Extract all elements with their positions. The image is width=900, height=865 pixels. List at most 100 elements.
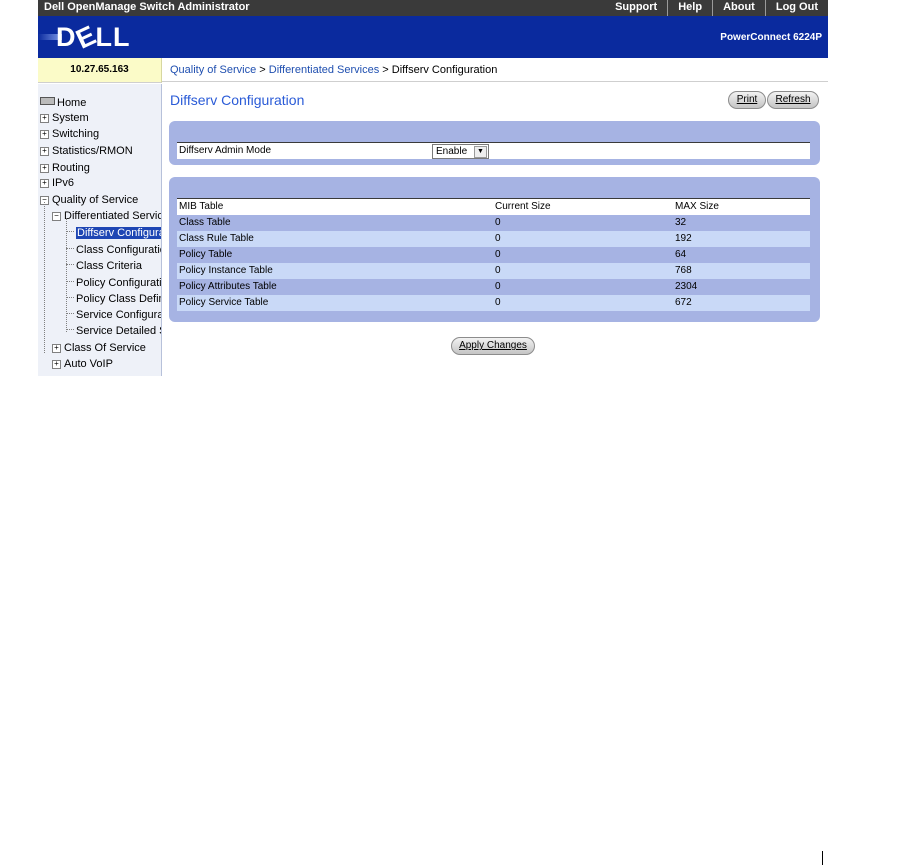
sidebar-item-service-detailed-statistics[interactable]: Service Detailed Statistics xyxy=(66,324,161,339)
app-title: Dell OpenManage Switch Administrator xyxy=(44,1,250,13)
sidebar-item-switching[interactable]: + Switching xyxy=(40,127,99,142)
sidebar-item-label: Auto VoIP xyxy=(64,358,113,370)
column-header: MIB Table xyxy=(179,201,224,212)
admin-mode-label: Diffserv Admin Mode xyxy=(179,145,272,156)
table-cell: 64 xyxy=(675,249,687,260)
sidebar-item-policy-configuration[interactable]: Policy Configuration xyxy=(66,276,162,291)
tree-connector xyxy=(66,297,74,298)
support-link[interactable]: Support xyxy=(605,0,667,16)
table-cell: 672 xyxy=(675,297,692,308)
banner: DELL PowerConnect 6224P xyxy=(38,16,828,58)
sidebar-tree: Home + System + Switching + Statistics/RMON… xyxy=(38,84,162,376)
top-nav: Support Help About Log Out xyxy=(605,0,828,16)
table-row: Class Rule Table 0 192 xyxy=(177,231,810,247)
tree-connector xyxy=(66,281,74,282)
table-row: Policy Attributes Table 0 2304 xyxy=(177,279,810,295)
table-cell: Policy Instance Table xyxy=(179,265,273,276)
admin-mode-value: Enable xyxy=(436,146,468,157)
tree-connector xyxy=(66,248,74,249)
table-row: Policy Instance Table 0 768 xyxy=(177,263,810,279)
table-cell: 0 xyxy=(495,265,501,276)
breadcrumb-qos[interactable]: Quality of Service xyxy=(170,64,256,76)
page-title: Diffserv Configuration xyxy=(170,92,305,108)
admin-mode-panel: Diffserv Admin Mode Enable ▼ xyxy=(169,121,820,165)
logout-link[interactable]: Log Out xyxy=(764,0,828,16)
expand-icon[interactable]: + xyxy=(40,179,49,188)
table-cell: 768 xyxy=(675,265,692,276)
expand-icon[interactable]: + xyxy=(52,360,61,369)
app-window: Dell OpenManage Switch Administrator Sup… xyxy=(38,0,828,376)
sidebar-item-label: IPv6 xyxy=(52,177,75,189)
sidebar-item-system[interactable]: + System xyxy=(40,111,89,126)
sidebar-item-label: Switching xyxy=(52,128,100,140)
breadcrumb: Quality of Service > Differentiated Serv… xyxy=(162,58,828,82)
home-icon xyxy=(40,97,55,105)
admin-mode-row: Diffserv Admin Mode Enable ▼ xyxy=(177,142,810,159)
table-header-row: MIB Table Current Size MAX Size xyxy=(177,198,810,215)
expand-icon[interactable]: + xyxy=(40,114,49,123)
table-cell: Policy Table xyxy=(179,249,233,260)
table-cell: Policy Service Table xyxy=(179,297,269,308)
sidebar-item-label: Differentiated Services xyxy=(64,210,161,222)
model-name: PowerConnect 6224P xyxy=(720,32,822,43)
admin-mode-select[interactable]: Enable ▼ xyxy=(432,144,489,159)
table-cell: 0 xyxy=(495,217,501,228)
sidebar-item-label: Service Configuration xyxy=(76,309,162,321)
help-link[interactable]: Help xyxy=(667,0,712,16)
sidebar-item-diffserv-configuration[interactable]: Diffserv Configuration xyxy=(66,226,161,241)
table-cell: Policy Attributes Table xyxy=(179,281,277,292)
tree-connector xyxy=(66,264,74,265)
mib-table: MIB Table Current Size MAX Size Class Ta… xyxy=(177,198,810,311)
expand-icon[interactable]: + xyxy=(40,130,49,139)
expand-icon[interactable]: + xyxy=(40,147,49,156)
sidebar-item-class-criteria[interactable]: Class Criteria xyxy=(66,259,142,274)
expand-icon[interactable]: + xyxy=(52,344,61,353)
sidebar-item-label: Quality of Service xyxy=(52,194,139,206)
dell-logo: DELL xyxy=(56,19,131,55)
sidebar-item-label: Home xyxy=(57,97,87,109)
column-header: Current Size xyxy=(495,201,551,212)
table-row: Policy Service Table 0 672 xyxy=(177,295,810,311)
table-row: Class Table 0 32 xyxy=(177,215,810,231)
column-header: MAX Size xyxy=(675,201,719,212)
chevron-down-icon[interactable]: ▼ xyxy=(474,146,487,158)
sidebar-item-diffserv[interactable]: −Differentiated Services xyxy=(52,209,161,224)
top-bar: Dell OpenManage Switch Administrator Sup… xyxy=(38,0,828,16)
sidebar-item-label: Statistics/RMON xyxy=(52,145,133,157)
sidebar-item-label: Policy Configuration xyxy=(76,277,162,289)
sidebar-item-service-configuration[interactable]: Service Configuration xyxy=(66,308,162,323)
breadcrumb-diffserv[interactable]: Differentiated Services xyxy=(269,64,379,76)
sidebar-item-policy-class-definition[interactable]: Policy Class Definition xyxy=(66,292,161,307)
sidebar-item-label: Diffserv Configuration xyxy=(76,227,161,239)
table-cell: 2304 xyxy=(675,281,698,292)
sidebar-item-class-of-service[interactable]: + Class Of Service xyxy=(52,341,146,356)
sidebar-item-auto-voip[interactable]: + Auto VoIP xyxy=(52,357,113,372)
about-link[interactable]: About xyxy=(712,0,765,16)
table-cell: Class Table xyxy=(179,217,231,228)
tree-line xyxy=(44,202,45,353)
tree-connector xyxy=(66,231,74,232)
sidebar-item-label: Routing xyxy=(52,162,90,174)
sidebar-item-routing[interactable]: + Routing xyxy=(40,161,90,176)
sidebar-item-home[interactable]: Home xyxy=(40,96,86,111)
breadcrumb-separator: > xyxy=(382,64,389,76)
table-cell: 192 xyxy=(675,233,692,244)
table-cell: 0 xyxy=(495,297,501,308)
sidebar-item-label: Class Criteria xyxy=(76,260,143,272)
page-margin-mark xyxy=(822,851,823,865)
sidebar-item-statistics[interactable]: + Statistics/RMON xyxy=(40,144,133,159)
print-button[interactable]: Print xyxy=(728,91,766,109)
refresh-button[interactable]: Refresh xyxy=(767,91,819,109)
main-content: Diffserv Configuration Print Refresh Dif… xyxy=(162,84,828,376)
sidebar-item-qos[interactable]: − Quality of Service xyxy=(40,193,138,208)
table-cell: Class Rule Table xyxy=(179,233,254,244)
collapse-icon[interactable]: − xyxy=(52,212,61,221)
sidebar-item-label: Class Configuration xyxy=(76,244,161,256)
table-cell: 0 xyxy=(495,249,501,260)
apply-changes-button[interactable]: Apply Changes xyxy=(451,337,535,355)
table-cell: 0 xyxy=(495,233,501,244)
sidebar-item-class-configuration[interactable]: Class Configuration xyxy=(66,243,161,258)
sidebar-item-label: Policy Class Definition xyxy=(76,293,161,305)
sidebar-item-ipv6[interactable]: + IPv6 xyxy=(40,176,74,191)
expand-icon[interactable]: + xyxy=(40,164,49,173)
